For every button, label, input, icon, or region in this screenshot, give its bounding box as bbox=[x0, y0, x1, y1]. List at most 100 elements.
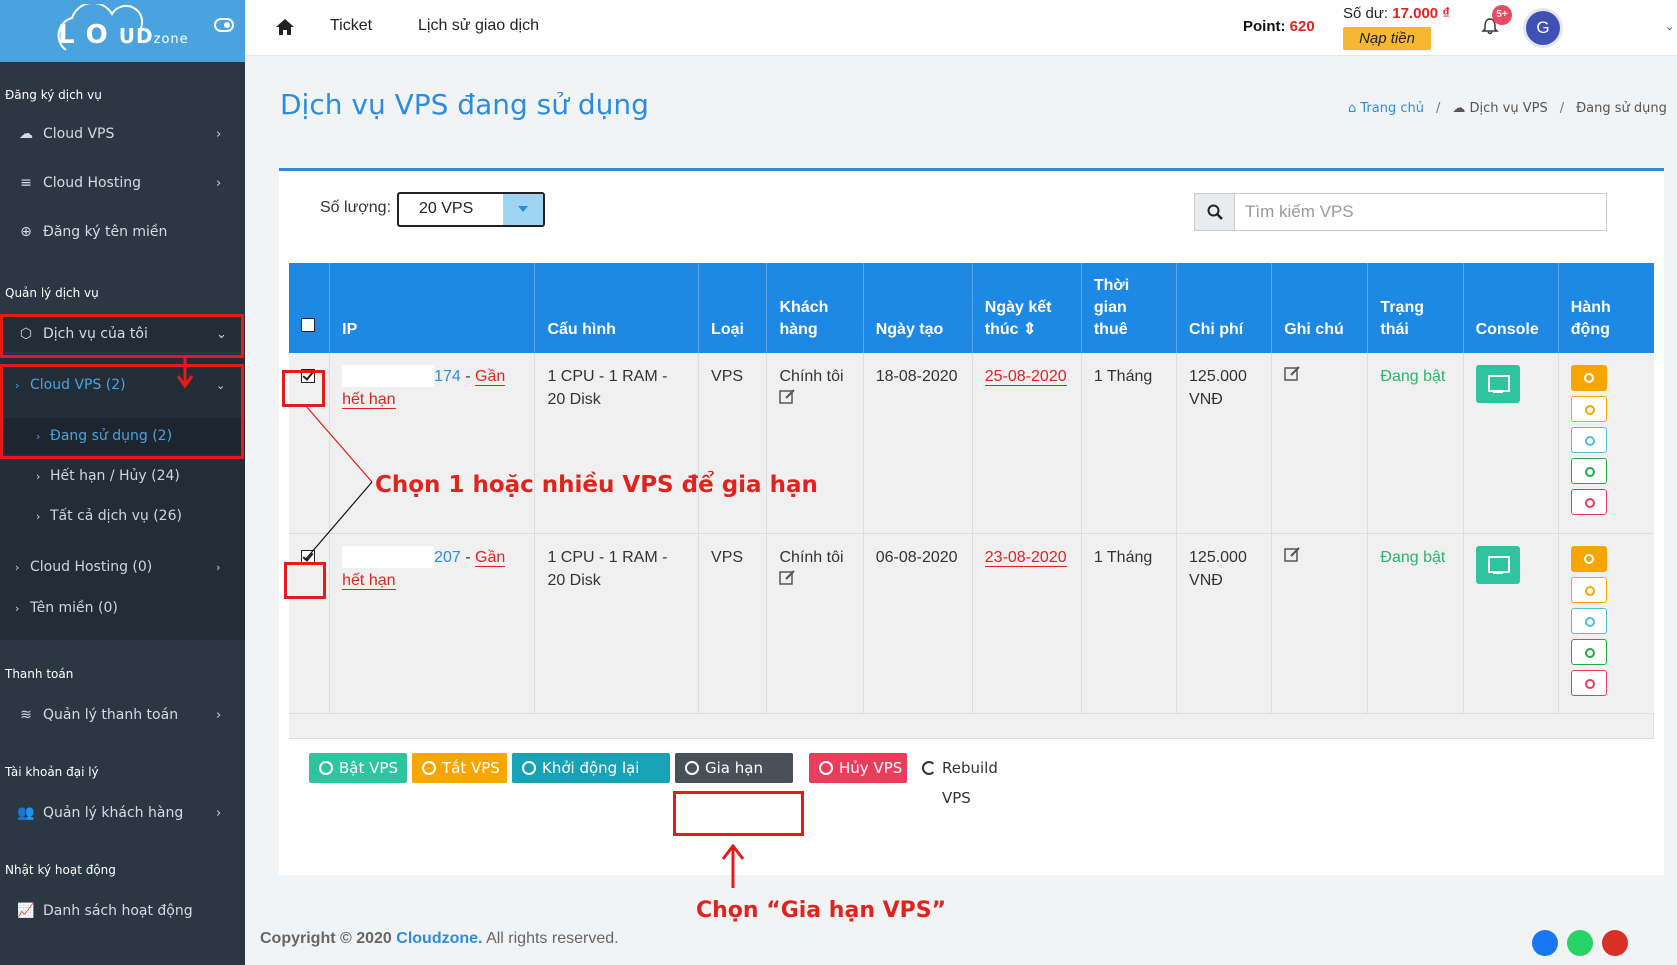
row-checkbox[interactable] bbox=[301, 369, 315, 383]
balance-label: Số dư: bbox=[1343, 5, 1389, 22]
topup-button[interactable]: Nạp tiền bbox=[1343, 27, 1431, 50]
footer-brand[interactable]: Cloudzone. bbox=[396, 930, 482, 947]
rebuild-button[interactable]: Rebuild VPS bbox=[912, 753, 1022, 807]
chevron-right-icon: › bbox=[216, 560, 221, 574]
cancel-button[interactable] bbox=[1570, 489, 1607, 515]
qty-select[interactable]: 20 VPS bbox=[397, 192, 545, 227]
sidebar-item-cloud-hosting[interactable]: ≡ Cloud Hosting › bbox=[0, 165, 245, 201]
ban-icon bbox=[819, 761, 833, 775]
annotation-select-text: Chọn 1 hoặc nhiều VPS để gia hạn bbox=[375, 472, 818, 498]
footer-rights: All rights reserved. bbox=[486, 930, 619, 947]
col-type: Loại bbox=[698, 263, 768, 353]
mail-icon[interactable] bbox=[1602, 930, 1628, 956]
ip-suffix[interactable]: 174 bbox=[434, 368, 461, 385]
table-row: 207 - Gần hết hạn 1 CPU - 1 RAM - 20 Dis… bbox=[289, 533, 1654, 714]
qty-select-value: 20 VPS bbox=[419, 200, 474, 217]
edit-icon[interactable] bbox=[779, 388, 796, 404]
toggle-icon bbox=[319, 761, 333, 775]
extend-vps-button[interactable]: Gia hạn VPS bbox=[675, 753, 793, 807]
end-cell: 23-08-2020 bbox=[972, 533, 1082, 714]
col-end[interactable]: Ngày kết thúc ⇕ bbox=[972, 263, 1082, 353]
sidebar-toggle-icon[interactable] bbox=[214, 18, 234, 32]
chevron-right-icon: › bbox=[216, 126, 222, 142]
sidebar-item-cloud-vps[interactable]: ☁ Cloud VPS › bbox=[0, 116, 245, 152]
col-console: Console bbox=[1463, 263, 1559, 353]
chevron-right-icon: › bbox=[216, 707, 222, 723]
vps-table: IP Cấu hình Loại Khách hàng Ngày tạo Ngà… bbox=[289, 263, 1654, 739]
edit-icon[interactable] bbox=[779, 569, 796, 585]
point-display: Point: 620 bbox=[1243, 18, 1315, 35]
sidebar-sub-cloud-hosting[interactable]: › Cloud Hosting (0) › bbox=[0, 549, 245, 585]
breadcrumb-home[interactable]: ⌂ Trang chủ bbox=[1348, 101, 1424, 116]
cancel-button[interactable] bbox=[1570, 669, 1607, 696]
col-actions: Hành động bbox=[1558, 263, 1654, 353]
chevron-right-icon: › bbox=[15, 378, 20, 392]
page-title: Dịch vụ VPS đang sử dụng bbox=[280, 88, 649, 121]
col-ip: IP bbox=[329, 263, 536, 353]
power-off-button[interactable] bbox=[1570, 576, 1607, 603]
breadcrumb-home-label: Trang chủ bbox=[1360, 101, 1424, 116]
console-button[interactable] bbox=[1475, 365, 1520, 403]
notification-badge: 5+ bbox=[1492, 5, 1512, 25]
search-input[interactable] bbox=[1245, 200, 1595, 224]
sidebar-item-label: Cloud VPS (2) bbox=[30, 377, 126, 393]
sidebar-item-label: Đang sử dụng (2) bbox=[50, 428, 173, 444]
section-register: Đăng ký dịch vụ bbox=[5, 88, 102, 102]
console-button[interactable] bbox=[1475, 545, 1520, 584]
col-note: Ghi chú bbox=[1271, 263, 1369, 353]
restart-button[interactable] bbox=[1570, 458, 1607, 484]
sidebar-item-label: Dịch vụ của tôi bbox=[43, 326, 148, 342]
bulk-power-on-button[interactable]: Bật VPS bbox=[309, 753, 407, 783]
sidebar-item-label: Cloud VPS bbox=[43, 126, 115, 142]
cost-cell: 125.000 VNĐ bbox=[1176, 353, 1273, 534]
chevron-right-icon: › bbox=[15, 560, 20, 574]
table-footer-cell bbox=[289, 713, 1654, 739]
sidebar-sub-cloud-vps[interactable]: › Cloud VPS (2) ⌄ bbox=[0, 367, 245, 403]
power-icon bbox=[422, 761, 436, 775]
sidebar-sub-in-use[interactable]: › Đang sử dụng (2) bbox=[0, 418, 245, 454]
sidebar-sub-domain[interactable]: › Tên miền (0) bbox=[0, 590, 245, 626]
bulk-power-on-label: Bật VPS bbox=[339, 759, 398, 777]
power-off-button[interactable] bbox=[1570, 396, 1607, 422]
sort-icon: ⇕ bbox=[1023, 321, 1037, 338]
info-button[interactable] bbox=[1570, 607, 1607, 634]
sidebar-item-domain[interactable]: ⊕ Đăng ký tên miền bbox=[0, 214, 245, 250]
sidebar-item-my-services[interactable]: ⬡ Dịch vụ của tôi ⌄ bbox=[0, 316, 245, 352]
edit-note-icon[interactable] bbox=[1284, 546, 1301, 562]
sidebar-item-activity[interactable]: 📈 Danh sách hoạt động bbox=[0, 893, 245, 929]
select-all-checkbox[interactable] bbox=[301, 318, 315, 332]
chevron-right-icon: › bbox=[36, 429, 41, 443]
avatar[interactable]: G bbox=[1526, 11, 1560, 45]
annotation-arrow-up bbox=[721, 843, 745, 888]
sidebar-item-payment[interactable]: ≋ Quản lý thanh toán › bbox=[0, 697, 245, 733]
sidebar-item-label: Quản lý khách hàng bbox=[43, 805, 184, 821]
home-icon[interactable] bbox=[275, 17, 295, 37]
bulk-cancel-button[interactable]: Hủy VPS bbox=[809, 753, 907, 783]
restart-button[interactable] bbox=[1570, 638, 1607, 665]
nav-ticket[interactable]: Ticket bbox=[330, 17, 372, 35]
sidebar-item-customers[interactable]: 👥 Quản lý khách hàng › bbox=[0, 795, 245, 831]
config-cell: 1 CPU - 1 RAM - 20 Disk bbox=[534, 533, 700, 714]
layers-icon: ≋ bbox=[20, 707, 32, 723]
sidebar-sub-expired[interactable]: › Hết hạn / Hủy (24) bbox=[0, 458, 245, 494]
chevron-right-icon: › bbox=[36, 509, 41, 523]
breadcrumb-vps[interactable]: ☁ Dịch vụ VPS bbox=[1452, 101, 1547, 116]
nav-transaction-history[interactable]: Lịch sử giao dịch bbox=[418, 17, 539, 35]
extend-vps-label: Gia hạn VPS bbox=[705, 759, 763, 807]
bulk-restart-button[interactable]: Khởi động lại VPS bbox=[512, 753, 670, 807]
power-on-button[interactable] bbox=[1570, 365, 1607, 391]
info-button[interactable] bbox=[1570, 427, 1607, 453]
bulk-power-off-button[interactable]: Tắt VPS bbox=[412, 753, 507, 783]
sidebar-item-label: Cloud Hosting (0) bbox=[30, 559, 153, 575]
breadcrumb-separator: / bbox=[1559, 101, 1565, 116]
power-on-button[interactable] bbox=[1570, 545, 1607, 572]
search-icon[interactable] bbox=[1195, 194, 1235, 230]
chevron-down-icon[interactable]: ⌄ bbox=[1665, 20, 1674, 33]
edit-note-icon[interactable] bbox=[1284, 365, 1301, 381]
sidebar-sub-all[interactable]: › Tất cả dịch vụ (26) bbox=[0, 498, 245, 534]
status-badge: Đang bật bbox=[1380, 368, 1446, 385]
phone-icon[interactable] bbox=[1567, 930, 1593, 956]
ip-suffix[interactable]: 207 bbox=[434, 549, 461, 566]
facebook-icon[interactable] bbox=[1532, 930, 1558, 956]
select-all-header bbox=[289, 263, 331, 353]
